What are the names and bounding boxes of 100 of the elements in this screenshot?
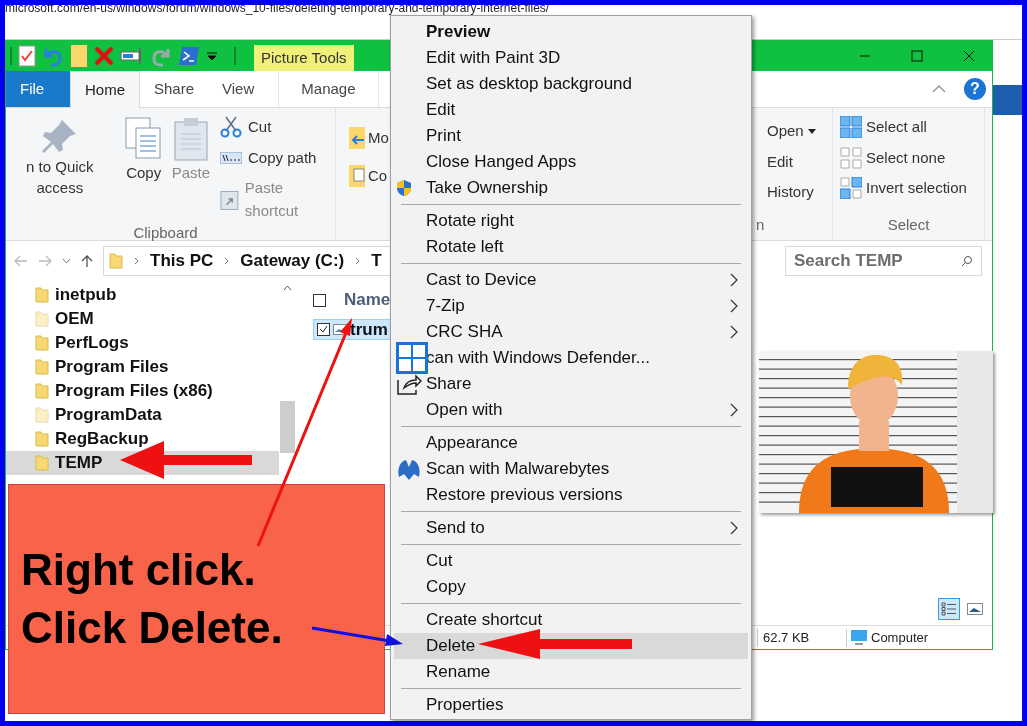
folder-icon	[35, 359, 49, 375]
context-tab-group: Picture Tools	[254, 45, 354, 71]
annotation-text: Click Delete.	[21, 602, 283, 654]
select-all-button[interactable]: Select all	[840, 116, 984, 139]
menu-item[interactable]: Edit with Paint 3D	[394, 45, 748, 71]
dropdown-icon[interactable]	[206, 51, 218, 61]
monitor-icon	[851, 630, 867, 645]
chevron-right-icon	[355, 257, 361, 265]
page-banner	[993, 85, 1022, 115]
menu-item[interactable]: Rename	[394, 659, 748, 685]
menu-item[interactable]: Close Hanged Apps	[394, 149, 748, 175]
grid-icon	[840, 116, 862, 139]
caret-icon	[807, 128, 816, 134]
edit-button[interactable]: Edit	[767, 150, 832, 173]
search-field[interactable]: Search TEMP	[785, 246, 982, 276]
address-bar[interactable]: microsoft.com/en-us/windows/forum/windows_10-files/deleting-temporary-and-temporary-internet-files/	[5, 3, 550, 13]
menu-item[interactable]: Set as desktop background	[394, 71, 748, 97]
help-button[interactable]: ?	[964, 78, 986, 100]
nav-item[interactable]: PerfLogs	[6, 331, 279, 355]
select-all-checkbox[interactable]	[313, 293, 326, 307]
pin-button[interactable]: n to Quick access	[0, 116, 120, 222]
folder-icon	[109, 253, 123, 269]
path-icon	[220, 151, 243, 164]
nav-item[interactable]: OEM	[6, 307, 279, 331]
group-label: Select	[887, 214, 930, 235]
folder-icon	[35, 287, 49, 303]
terminal-icon[interactable]	[178, 46, 200, 66]
collapse-ribbon-icon[interactable]	[932, 84, 946, 94]
row-checkbox[interactable]	[317, 323, 330, 336]
nav-item[interactable]: inetpub	[6, 283, 279, 307]
breadcrumb[interactable]: Gateway (C:)	[240, 248, 345, 274]
menu-item[interactable]: Copy	[394, 574, 748, 600]
clipboard-icon	[172, 116, 209, 162]
menu-item[interactable]: Edit	[394, 97, 748, 123]
ribbon-tab[interactable]: Manage	[278, 71, 379, 107]
menu-item[interactable]: Properties	[394, 692, 748, 718]
ribbon-tab[interactable]: Home	[70, 71, 140, 108]
copy-button[interactable]: Copy	[119, 116, 168, 222]
copy-to-button[interactable]: Co	[348, 164, 389, 188]
menu-item[interactable]: Share	[394, 371, 748, 397]
grid-icon	[840, 177, 862, 200]
nav-item[interactable]: Program Files	[6, 355, 279, 379]
nav-item[interactable]: Program Files (x86)	[6, 379, 279, 403]
move-to-button[interactable]: Mo	[348, 126, 389, 150]
menu-item[interactable]: Scan with Malwarebytes	[394, 456, 748, 482]
rename-icon[interactable]	[120, 47, 144, 65]
scrollbar-thumb[interactable]	[280, 401, 295, 453]
menu-item[interactable]: Take Ownership	[394, 175, 748, 201]
menu-item[interactable]: 7-Zip	[394, 293, 748, 319]
nav-item[interactable]: RegBackup	[6, 427, 279, 451]
recent-locations-icon[interactable]	[62, 258, 71, 264]
cut-button[interactable]: Cut	[220, 116, 335, 139]
breadcrumb[interactable]: This PC	[150, 248, 214, 274]
history-button[interactable]: History	[767, 181, 832, 204]
folder-copy-icon	[348, 164, 366, 188]
scroll-up-icon[interactable]	[283, 285, 292, 291]
zone-label: Computer	[871, 628, 929, 647]
menu-item[interactable]: Rotate right	[394, 208, 748, 234]
search-icon	[961, 255, 973, 267]
windows-logo-icon	[396, 342, 428, 374]
scissors-icon	[220, 116, 243, 139]
breadcrumb[interactable]: T	[371, 248, 382, 274]
group-label: n	[755, 214, 765, 235]
copy-path-button[interactable]: Copy path	[220, 146, 335, 169]
ribbon-tab[interactable]: File	[6, 71, 70, 107]
column-header[interactable]: Name	[344, 287, 391, 313]
checklist-icon[interactable]	[18, 45, 36, 67]
up-icon[interactable]	[81, 254, 93, 268]
share-icon	[396, 372, 422, 396]
folder-icon	[35, 311, 49, 327]
shortcut-icon	[220, 188, 239, 211]
menu-item[interactable]: Send to	[394, 515, 748, 541]
file-row[interactable]: trum	[313, 319, 393, 340]
select-none-button[interactable]: Select none	[840, 146, 984, 169]
menu-item[interactable]: Appearance	[394, 430, 748, 456]
menu-item[interactable]: Restore previous versions	[394, 482, 748, 508]
folder-icon	[35, 407, 49, 423]
folder-icon	[35, 431, 49, 447]
menu-item[interactable]: CRC SHA	[394, 319, 748, 345]
nav-item[interactable]: ProgramData	[6, 403, 279, 427]
folder-icon	[35, 383, 49, 399]
check-icon	[319, 325, 328, 334]
grid-icon	[840, 146, 862, 169]
invert-selection-button[interactable]: Invert selection	[840, 177, 984, 200]
chevron-right-icon	[224, 257, 230, 265]
shield-icon	[396, 179, 412, 197]
open-button[interactable]: Open	[767, 120, 832, 143]
menu-item[interactable]: Open with	[394, 397, 748, 423]
group-label: Clipboard	[133, 223, 198, 243]
menu-item[interactable]: Print	[394, 123, 748, 149]
ribbon-tab[interactable]: View	[208, 71, 269, 107]
chevron-right-icon	[134, 257, 139, 265]
menu-item[interactable]: Preview	[394, 19, 748, 45]
menu-item[interactable]: Create shortcut	[394, 607, 748, 633]
details-view-button[interactable]	[938, 598, 960, 620]
folder-icon	[35, 335, 49, 351]
annotation-text: Right click.	[21, 544, 256, 596]
ribbon-tab[interactable]: Share	[140, 71, 209, 107]
menu-item[interactable]: Cut	[394, 548, 748, 574]
file-size: 62.7 KB	[762, 628, 811, 647]
